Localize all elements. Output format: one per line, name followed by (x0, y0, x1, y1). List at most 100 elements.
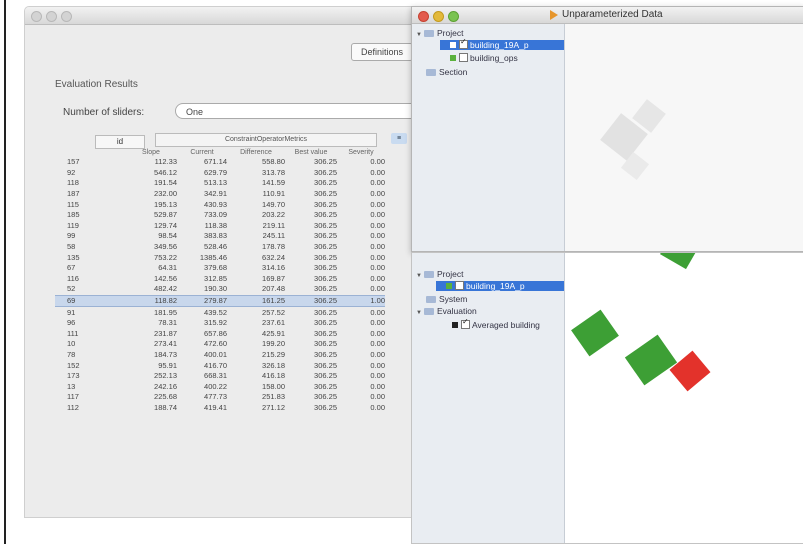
column-header[interactable]: Best value (285, 147, 337, 157)
table-row[interactable]: 13 242.16 400.22 158.00 306.25 0.00 (55, 381, 385, 392)
table-row[interactable]: 115 195.13 430.93 149.70 306.25 0.00 (55, 199, 385, 210)
table-cell: 10 (67, 339, 76, 349)
definitions-button[interactable]: Definitions (351, 43, 413, 61)
table-row[interactable]: 117 225.68 477.73 251.83 306.25 0.00 (55, 392, 385, 403)
table-row[interactable]: 152 95.91 416.70 326.18 306.25 0.00 (55, 360, 385, 371)
visibility-checkbox[interactable] (461, 317, 470, 329)
disclosure-triangle-icon[interactable]: ▼ (416, 310, 424, 316)
zoom-button[interactable] (448, 11, 459, 22)
top-canvas[interactable] (565, 24, 803, 251)
table-cell: 203.22 (262, 210, 285, 220)
table-row[interactable]: 78 184.73 400.01 215.29 306.25 0.00 (55, 350, 385, 361)
table-row[interactable]: 58 349.56 528.46 178.78 306.25 0.00 (55, 242, 385, 253)
column-menu-icon[interactable]: ≡ (391, 133, 407, 144)
table-cell: 0.00 (370, 339, 385, 349)
tree-item-section[interactable]: Section (426, 67, 467, 77)
table-cell: 118.38 (204, 220, 227, 230)
table-cell: 306.25 (314, 189, 337, 199)
table-cell: 116 (67, 273, 79, 283)
tree-item-building-selected[interactable]: building_19A_p (440, 37, 564, 50)
layer-swatch-icon (452, 322, 458, 328)
tree-item-system[interactable]: System (426, 294, 467, 304)
disclosure-triangle-icon[interactable]: ▼ (416, 273, 424, 279)
table-row[interactable]: 69 118.82 279.87 161.25 306.25 1.00 (55, 294, 385, 308)
table-row[interactable]: 52 482.42 190.30 207.48 306.25 0.00 (55, 284, 385, 295)
table-cell: 157 (67, 157, 80, 167)
evaluation-canvas[interactable] (565, 253, 803, 543)
disclosure-triangle-icon[interactable]: ▼ (416, 32, 424, 38)
results-table-body: 157 112.33 671.14 558.80 306.25 0.00 92 546.12 6… (55, 157, 385, 413)
table-cell: 52 (67, 284, 76, 294)
id-column-header[interactable]: id (95, 135, 145, 149)
table-row[interactable]: 157 112.33 671.14 558.80 306.25 0.00 (55, 157, 385, 168)
table-cell: 112 (67, 402, 79, 412)
table-row[interactable]: 91 181.95 439.52 257.52 306.25 0.00 (55, 307, 385, 318)
building-shape-green[interactable] (660, 253, 696, 270)
window-controls (31, 11, 72, 22)
table-row[interactable]: 135 753.22 1385.46 632.24 306.25 0.00 (55, 252, 385, 263)
folder-icon (424, 30, 434, 37)
layer-swatch-icon (446, 283, 452, 289)
table-cell: 306.25 (314, 157, 337, 167)
visibility-checkbox[interactable] (455, 281, 464, 290)
column-header[interactable]: Difference (227, 147, 285, 157)
table-cell: 306.25 (314, 392, 337, 402)
table-cell: 383.83 (204, 231, 227, 241)
table-cell: 0.00 (370, 381, 385, 391)
table-cell: 251.83 (262, 392, 285, 402)
metric-group-header[interactable]: ConstraintOperatorMetrics (155, 133, 377, 147)
table-row[interactable]: 112 188.74 419.41 271.12 306.25 0.00 (55, 403, 385, 414)
table-cell: 306.25 (314, 231, 337, 241)
tree-item-building-ops[interactable]: building_ops (450, 53, 518, 63)
table-row[interactable]: 119 129.74 118.38 219.11 306.25 0.00 (55, 221, 385, 232)
table-cell: 342.91 (204, 189, 227, 199)
tree-item-label: Evaluation (437, 306, 477, 316)
table-cell: 306.25 (314, 328, 337, 338)
table-row[interactable]: 92 546.12 629.79 313.78 306.25 0.00 (55, 168, 385, 179)
table-cell: 110.91 (262, 189, 285, 199)
table-cell: 306.25 (314, 199, 337, 209)
folder-icon (424, 271, 434, 278)
column-header[interactable]: Severity (337, 147, 385, 157)
table-cell: 13 (67, 381, 76, 391)
table-row[interactable]: 10 273.41 472.60 199.20 306.25 0.00 (55, 339, 385, 350)
tree-item-averaged-building[interactable]: Averaged building (452, 317, 540, 330)
visibility-checkbox[interactable] (459, 37, 468, 49)
tree-item-evaluation[interactable]: ▼ Evaluation (416, 306, 477, 316)
table-row[interactable]: 116 142.56 312.85 169.87 306.25 0.00 (55, 274, 385, 285)
table-row[interactable]: 67 64.31 379.68 314.16 306.25 0.00 (55, 263, 385, 274)
zoom-button[interactable] (61, 11, 72, 22)
table-row[interactable]: 185 529.87 733.09 203.22 306.25 0.00 (55, 210, 385, 221)
table-cell: 207.48 (262, 284, 285, 294)
table-cell: 629.79 (204, 167, 227, 177)
building-shape-red[interactable] (669, 350, 711, 392)
table-cell: 379.68 (204, 263, 227, 273)
minimize-button[interactable] (46, 11, 57, 22)
visibility-checkbox[interactable] (459, 53, 468, 62)
column-header[interactable]: Current (177, 147, 227, 157)
table-row[interactable]: 118 191.54 513.13 141.59 306.25 0.00 (55, 178, 385, 189)
folder-icon (426, 69, 436, 76)
table-cell: 0.00 (370, 318, 385, 328)
evaluation-view-window: ▼ Project building_19A_p System ▼ Evaluati… (411, 252, 803, 544)
table-row[interactable]: 111 231.87 657.86 425.91 306.25 0.00 (55, 329, 385, 340)
tree-item-building-selected[interactable]: building_19A_p (436, 281, 564, 291)
building-shape-green[interactable] (624, 334, 678, 386)
table-row[interactable]: 187 232.00 342.91 110.91 306.25 0.00 (55, 189, 385, 200)
table-cell: 529.87 (154, 210, 177, 220)
number-of-sliders-select[interactable]: One (175, 103, 425, 119)
table-row[interactable]: 173 252.13 668.31 416.18 306.25 0.00 (55, 371, 385, 382)
minimize-button[interactable] (433, 11, 444, 22)
close-button[interactable] (418, 11, 429, 22)
building-shape-green[interactable] (571, 309, 619, 357)
tree-item-project[interactable]: ▼ Project (416, 28, 463, 38)
tree-item-project[interactable]: ▼ Project (416, 269, 463, 279)
table-cell: 0.00 (370, 242, 385, 252)
close-button[interactable] (31, 11, 42, 22)
layer-swatch-icon (450, 42, 456, 48)
table-cell: 528.46 (204, 242, 227, 252)
table-row[interactable]: 99 98.54 383.83 245.11 306.25 0.00 (55, 231, 385, 242)
table-row[interactable]: 96 78.31 315.92 237.61 306.25 0.00 (55, 318, 385, 329)
table-cell: 187 (67, 189, 80, 199)
tree-item-label: building_ops (470, 53, 518, 63)
